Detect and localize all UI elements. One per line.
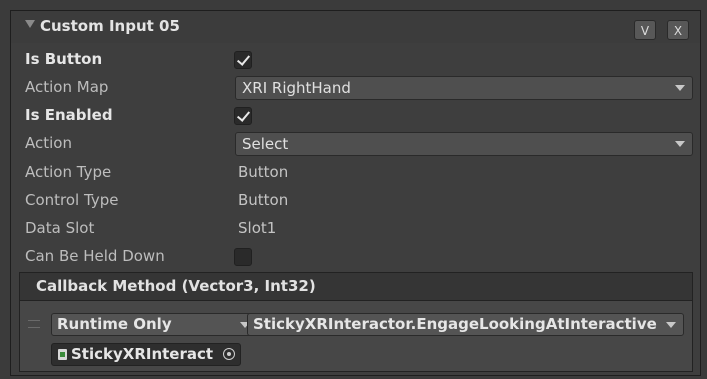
is-button-label: Is Button bbox=[25, 50, 103, 68]
chevron-down-icon bbox=[666, 322, 676, 328]
target-object-field[interactable]: StickyXRInteractor bbox=[51, 343, 241, 366]
row-is-enabled: Is Enabled bbox=[11, 102, 700, 130]
can-be-held-down-checkbox[interactable] bbox=[234, 248, 252, 266]
x-button[interactable]: X bbox=[667, 20, 689, 40]
control-type-label: Control Type bbox=[25, 191, 119, 209]
row-action-type: Action Type Button bbox=[11, 159, 700, 187]
action-value: Select bbox=[242, 135, 289, 153]
action-dropdown[interactable]: Select bbox=[235, 132, 693, 156]
runtime-mode-dropdown[interactable]: Runtime Only bbox=[51, 313, 258, 336]
row-is-button: Is Button bbox=[11, 46, 700, 74]
row-can-be-held-down: Can Be Held Down bbox=[11, 243, 700, 271]
control-type-value: Button bbox=[238, 191, 289, 209]
checkmark-icon bbox=[236, 108, 251, 122]
method-dropdown[interactable]: StickyXRInteractor.EngageLookingAtIntera… bbox=[247, 313, 684, 336]
foldout-title: Custom Input 05 bbox=[40, 17, 180, 35]
action-map-label: Action Map bbox=[25, 78, 109, 96]
chevron-down-icon bbox=[675, 85, 685, 91]
action-type-value: Button bbox=[238, 163, 289, 181]
is-button-checkbox[interactable] bbox=[234, 51, 252, 69]
foldout-header[interactable]: Custom Input 05 V X bbox=[11, 11, 700, 43]
data-slot-value: Slot1 bbox=[238, 219, 277, 237]
chevron-down-icon bbox=[675, 141, 685, 147]
is-enabled-checkbox[interactable] bbox=[234, 107, 252, 125]
action-map-dropdown[interactable]: XRI RightHand bbox=[235, 76, 693, 100]
action-type-label: Action Type bbox=[25, 163, 112, 181]
callback-entry: Runtime Only StickyXRInteractor.EngageLo… bbox=[20, 301, 692, 371]
callback-title: Callback Method (Vector3, Int32) bbox=[36, 277, 316, 295]
is-enabled-label: Is Enabled bbox=[25, 106, 113, 124]
inspector-panel: Custom Input 05 V X Is Button Action Map… bbox=[0, 0, 707, 379]
method-value: StickyXRInteractor.EngageLookingAtIntera… bbox=[253, 315, 657, 333]
drag-handle-icon[interactable] bbox=[28, 320, 40, 328]
row-data-slot: Data Slot Slot1 bbox=[11, 215, 700, 243]
foldout-arrow-icon[interactable] bbox=[25, 20, 35, 28]
row-action: Action Select bbox=[11, 130, 700, 158]
checkmark-icon bbox=[236, 52, 251, 66]
data-slot-label: Data Slot bbox=[25, 219, 95, 237]
action-label: Action bbox=[25, 134, 72, 152]
row-control-type: Control Type Button bbox=[11, 187, 700, 215]
runtime-mode-value: Runtime Only bbox=[57, 315, 172, 333]
callback-header: Callback Method (Vector3, Int32) bbox=[20, 273, 692, 301]
can-be-held-down-label: Can Be Held Down bbox=[25, 247, 165, 265]
callback-event-panel: Callback Method (Vector3, Int32) Runtime… bbox=[19, 272, 693, 372]
target-object-name: StickyXRInteractor bbox=[71, 345, 213, 363]
v-button[interactable]: V bbox=[634, 20, 656, 40]
object-picker-icon[interactable] bbox=[223, 348, 235, 360]
row-action-map: Action Map XRI RightHand bbox=[11, 74, 700, 102]
action-map-value: XRI RightHand bbox=[242, 79, 351, 97]
script-icon bbox=[58, 349, 67, 360]
